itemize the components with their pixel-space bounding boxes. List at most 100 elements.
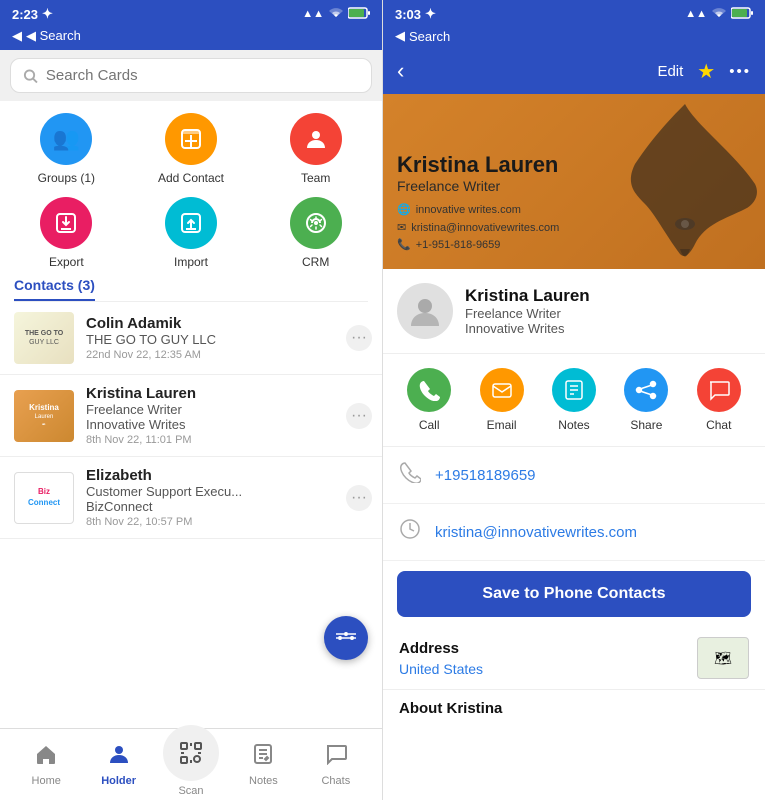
left-time: 2:23 [12, 7, 38, 22]
contact-name-colin: Colin Adamik [86, 315, 368, 332]
left-search-nav[interactable]: ◀ ◀ Search [0, 26, 382, 50]
contact-info-kristina: Kristina Lauren Freelance Writer Innovat… [86, 385, 368, 446]
right-signal-icon: ▲▲ [685, 8, 707, 20]
contact-info-colin: Colin Adamik THE GO TO GUY LLC 22nd Nov … [86, 315, 368, 361]
left-wifi-icon [328, 7, 344, 22]
action-call[interactable]: Call [407, 368, 451, 432]
search-bar[interactable] [10, 58, 372, 93]
action-export[interactable]: Export [10, 197, 123, 269]
contact-time-colin: 22nd Nov 22, 12:35 AM [86, 349, 368, 361]
profile-avatar [397, 283, 453, 339]
left-location-icon: ✦ [42, 6, 53, 22]
email-field-icon [399, 518, 421, 546]
search-input[interactable] [46, 67, 359, 84]
action-email[interactable]: Email [480, 368, 524, 432]
right-wifi-icon [711, 7, 727, 22]
address-section: Address United States 🗺 [383, 627, 765, 689]
add-contact-label: Add Contact [158, 171, 224, 185]
contact-title-kristina: Freelance Writer [86, 402, 368, 417]
groups-label: Groups (1) [38, 171, 95, 185]
contact-title-elizabeth: Customer Support Execu... [86, 484, 368, 499]
profile-company: Innovative Writes [465, 321, 590, 336]
holder-icon [108, 743, 130, 771]
contact-item-elizabeth[interactable]: Biz Connect Elizabeth Customer Support E… [0, 457, 382, 539]
left-signal-icon: ▲▲ [302, 8, 324, 20]
left-status-bar: 2:23 ✦ ▲▲ [0, 0, 382, 26]
biz-card-website: innovative writes.com [416, 202, 521, 220]
team-icon [290, 113, 342, 165]
profile-name: Kristina Lauren [465, 286, 590, 306]
action-crm[interactable]: CRM [259, 197, 372, 269]
home-icon [35, 743, 57, 771]
right-location-icon: ✦ [425, 6, 436, 22]
left-panel: 2:23 ✦ ▲▲ ◀ ◀ Search [0, 0, 383, 800]
email-label: Email [487, 418, 517, 432]
action-share[interactable]: Share [624, 368, 668, 432]
import-label: Import [174, 255, 208, 269]
contact-more-colin[interactable]: ··· [346, 325, 372, 351]
address-value: United States [399, 661, 697, 677]
address-heading: Address [399, 640, 697, 661]
action-import[interactable]: Import [135, 197, 248, 269]
action-notes[interactable]: Notes [552, 368, 596, 432]
right-status-bar: 3:03 ✦ ▲▲ [383, 0, 765, 26]
contact-more-elizabeth[interactable]: ··· [346, 485, 372, 511]
nav-holder[interactable]: Holder [82, 743, 154, 787]
import-icon [165, 197, 217, 249]
nav-home[interactable]: Home [10, 743, 82, 787]
action-groups[interactable]: 👥 Groups (1) [10, 113, 123, 185]
contact-thumb-colin: THE GO TO GUY LLC [14, 312, 74, 364]
contact-company-elizabeth: BizConnect [86, 499, 368, 514]
crm-label: CRM [302, 255, 329, 269]
chat-label: Chat [706, 418, 731, 432]
profile-info: Kristina Lauren Freelance Writer Innovat… [465, 286, 590, 336]
export-label: Export [49, 255, 84, 269]
right-back-arrow: ◀ [395, 28, 405, 44]
export-icon [40, 197, 92, 249]
contact-more-kristina[interactable]: ··· [346, 403, 372, 429]
save-to-contacts-button[interactable]: Save to Phone Contacts [397, 571, 751, 617]
right-search-nav[interactable]: ◀ Search [383, 26, 765, 50]
map-thumbnail: 🗺 [697, 637, 749, 679]
contact-name-elizabeth: Elizabeth [86, 467, 368, 484]
contact-detail-body: Kristina Lauren Freelance Writer Innovat… [383, 269, 765, 800]
nav-notes[interactable]: Notes [227, 743, 299, 787]
phone-field-icon [399, 461, 421, 489]
email-icon-card: ✉ [397, 220, 406, 238]
contacts-section-header: Contacts (3) [0, 277, 382, 302]
fab-filter-button[interactable] [324, 616, 368, 660]
contact-time-kristina: 8th Nov 22, 11:01 PM [86, 434, 368, 446]
right-panel: 3:03 ✦ ▲▲ ◀ Search [383, 0, 765, 800]
contact-info-elizabeth: Elizabeth Customer Support Execu... BizC… [86, 467, 368, 528]
profile-section: Kristina Lauren Freelance Writer Innovat… [383, 269, 765, 354]
nav-scan[interactable]: Scan [155, 733, 227, 797]
chats-icon [325, 743, 347, 771]
nav-chats[interactable]: Chats [300, 743, 372, 787]
contact-company-kristina: Innovative Writes [86, 417, 368, 432]
back-button[interactable]: ‹ [397, 58, 404, 84]
email-field[interactable]: kristina@innovativewrites.com [383, 504, 765, 561]
star-button[interactable]: ★ [697, 59, 715, 84]
pen-decoration [605, 94, 765, 269]
phone-field[interactable]: +19518189659 [383, 447, 765, 504]
quick-actions: 👥 Groups (1) Add Contact Team [0, 101, 382, 277]
contact-item-kristina[interactable]: Kristina Lauren ✒ Kristina Lauren Freela… [0, 375, 382, 457]
groups-icon: 👥 [40, 113, 92, 165]
action-buttons-row: Call Email [383, 354, 765, 447]
scan-button-circle[interactable] [163, 725, 219, 781]
contact-company-colin: THE GO TO GUY LLC [86, 332, 368, 347]
more-button[interactable]: ••• [729, 63, 751, 80]
edit-button[interactable]: Edit [657, 63, 683, 80]
contact-item-colin[interactable]: THE GO TO GUY LLC Colin Adamik THE GO TO… [0, 302, 382, 375]
biz-card-title: Freelance Writer [397, 178, 559, 194]
action-add-contact[interactable]: Add Contact [135, 113, 248, 185]
share-icon [624, 368, 668, 412]
search-icon [23, 68, 38, 84]
action-team[interactable]: Team [259, 113, 372, 185]
action-chat[interactable]: Chat [697, 368, 741, 432]
left-search-label: ◀ Search [26, 28, 81, 44]
notes-action-label: Notes [558, 418, 589, 432]
right-search-label: Search [409, 29, 450, 44]
biz-card-email: kristina@innovativewrites.com [411, 220, 559, 238]
biz-card-name: Kristina Lauren [397, 152, 559, 178]
